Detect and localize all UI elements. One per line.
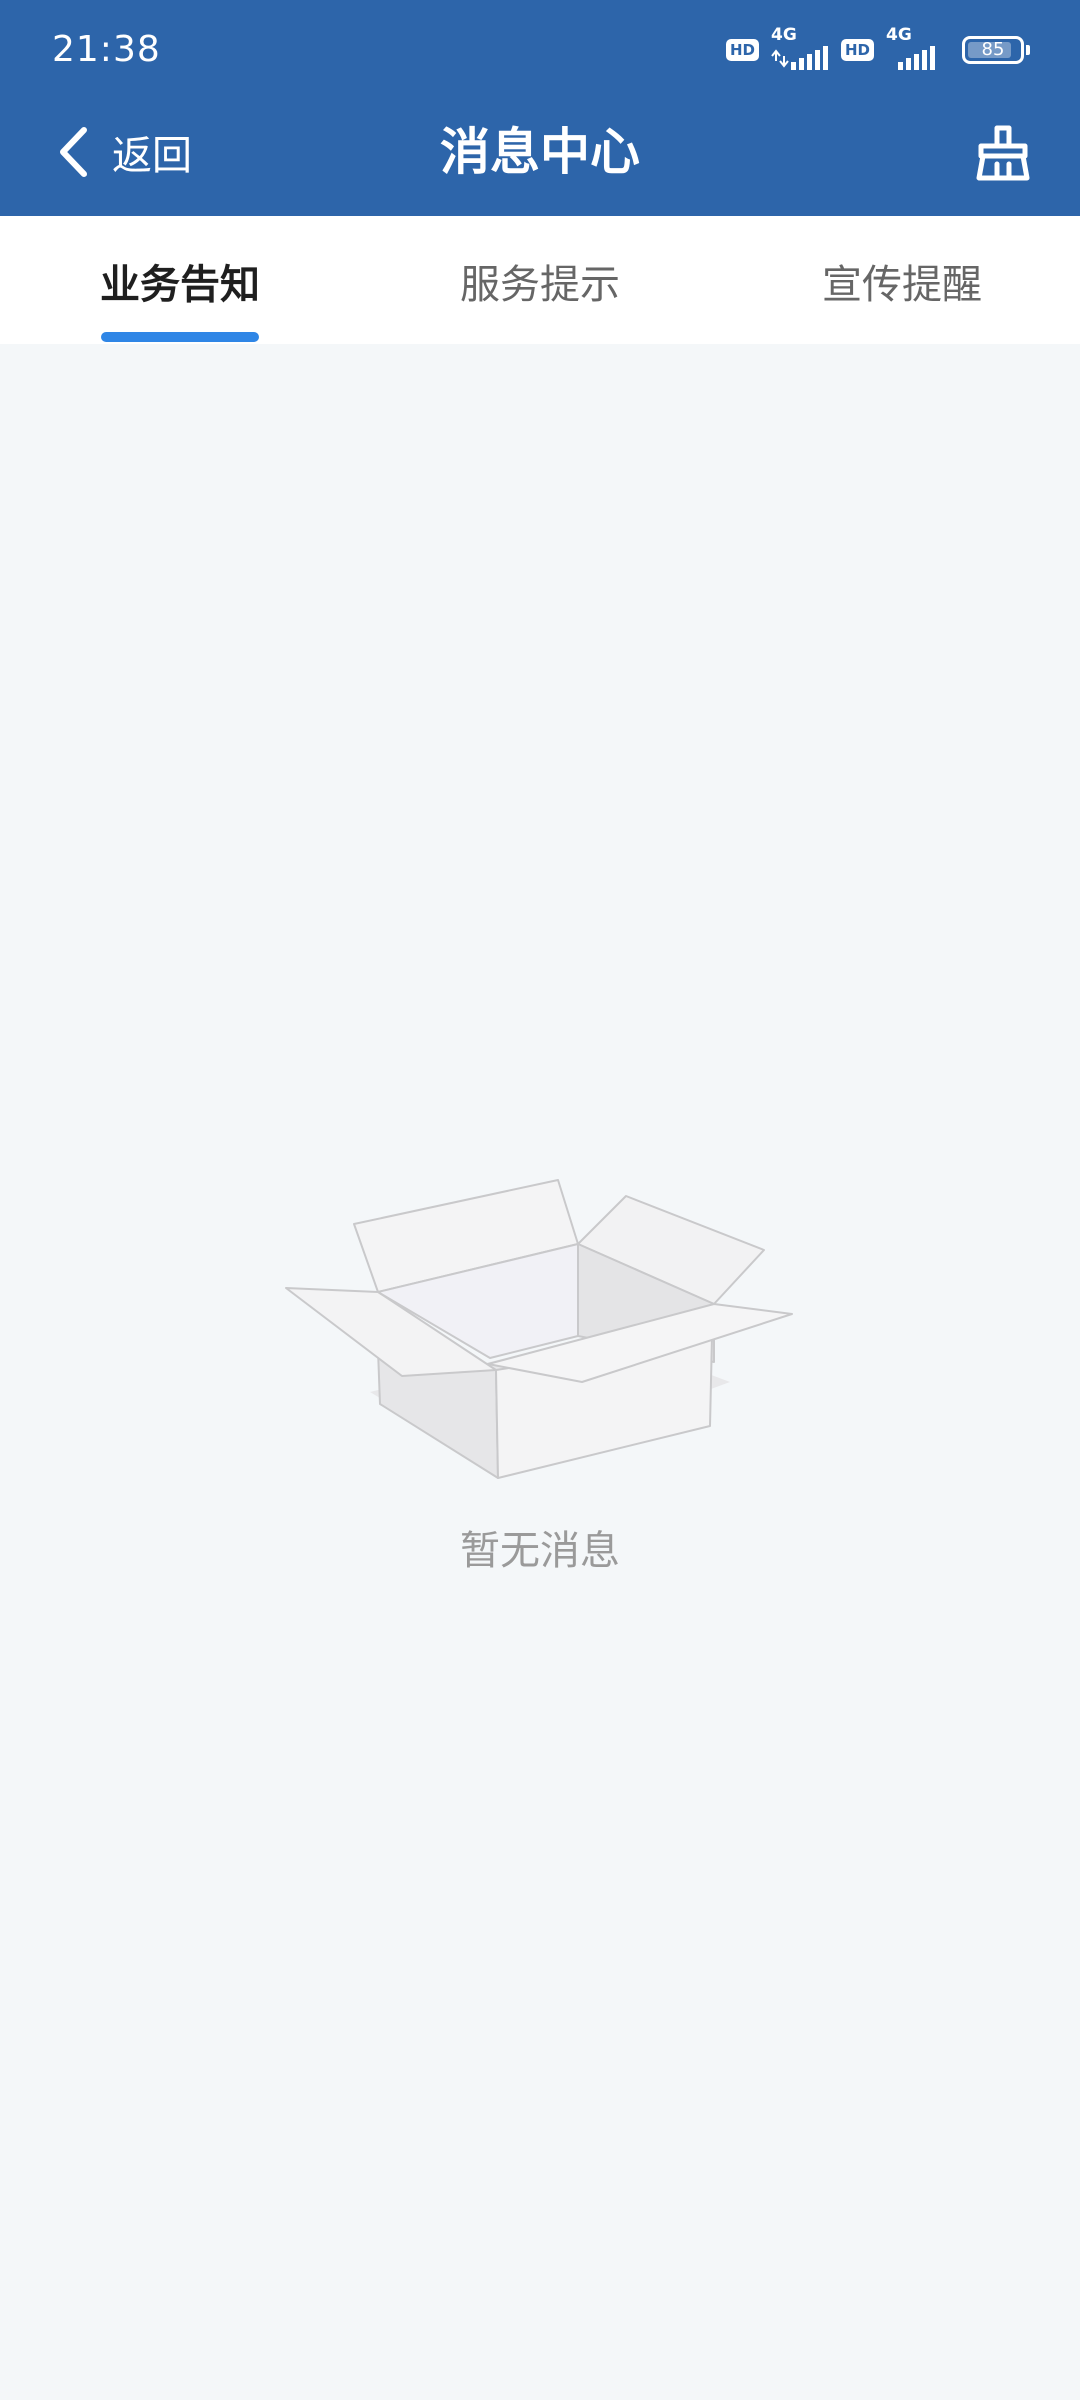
battery-icon: 85: [962, 36, 1030, 64]
app-header: 21:38 HD 4G HD 4G 85 返回 消息中心: [0, 0, 1080, 216]
tab-promotion-reminder[interactable]: 宣传提醒: [772, 216, 1032, 344]
tab-label: 服务提示: [460, 262, 620, 308]
empty-box-icon: [285, 1179, 793, 1479]
back-button[interactable]: 返回: [56, 118, 192, 186]
back-label: 返回: [112, 133, 192, 179]
signal-sim2: 4G: [884, 26, 946, 72]
empty-message: 暂无消息: [460, 1528, 620, 1574]
broom-icon: [976, 125, 1030, 181]
status-time: 21:38: [52, 29, 161, 70]
tab-service-tips[interactable]: 服务提示: [410, 216, 670, 344]
signal-sim1: 4G: [769, 26, 831, 72]
empty-state: 暂无消息: [0, 1140, 1080, 1580]
status-icons: HD 4G HD 4G 85: [725, 24, 1030, 76]
battery-level: 85: [981, 39, 1005, 60]
signal-bars-icon: [771, 46, 828, 70]
tab-label: 业务告知: [100, 262, 260, 308]
tab-business-notice[interactable]: 业务告知: [50, 216, 310, 344]
message-center-screen: 21:38 HD 4G HD 4G 85 返回 消息中心 业务告知 服务提示 宣…: [0, 0, 1080, 2400]
clear-messages-button[interactable]: [968, 118, 1038, 188]
signal-bars-icon: [898, 46, 935, 70]
chevron-left-icon: [60, 127, 87, 177]
hd-badge-sim1: HD: [725, 39, 759, 61]
hd-badge-sim2: HD: [840, 39, 874, 61]
battery-tip: [1026, 45, 1030, 55]
message-tabs: 业务告知 服务提示 宣传提醒: [0, 216, 1080, 344]
active-tab-indicator: [101, 332, 259, 342]
tab-label: 宣传提醒: [822, 262, 982, 308]
